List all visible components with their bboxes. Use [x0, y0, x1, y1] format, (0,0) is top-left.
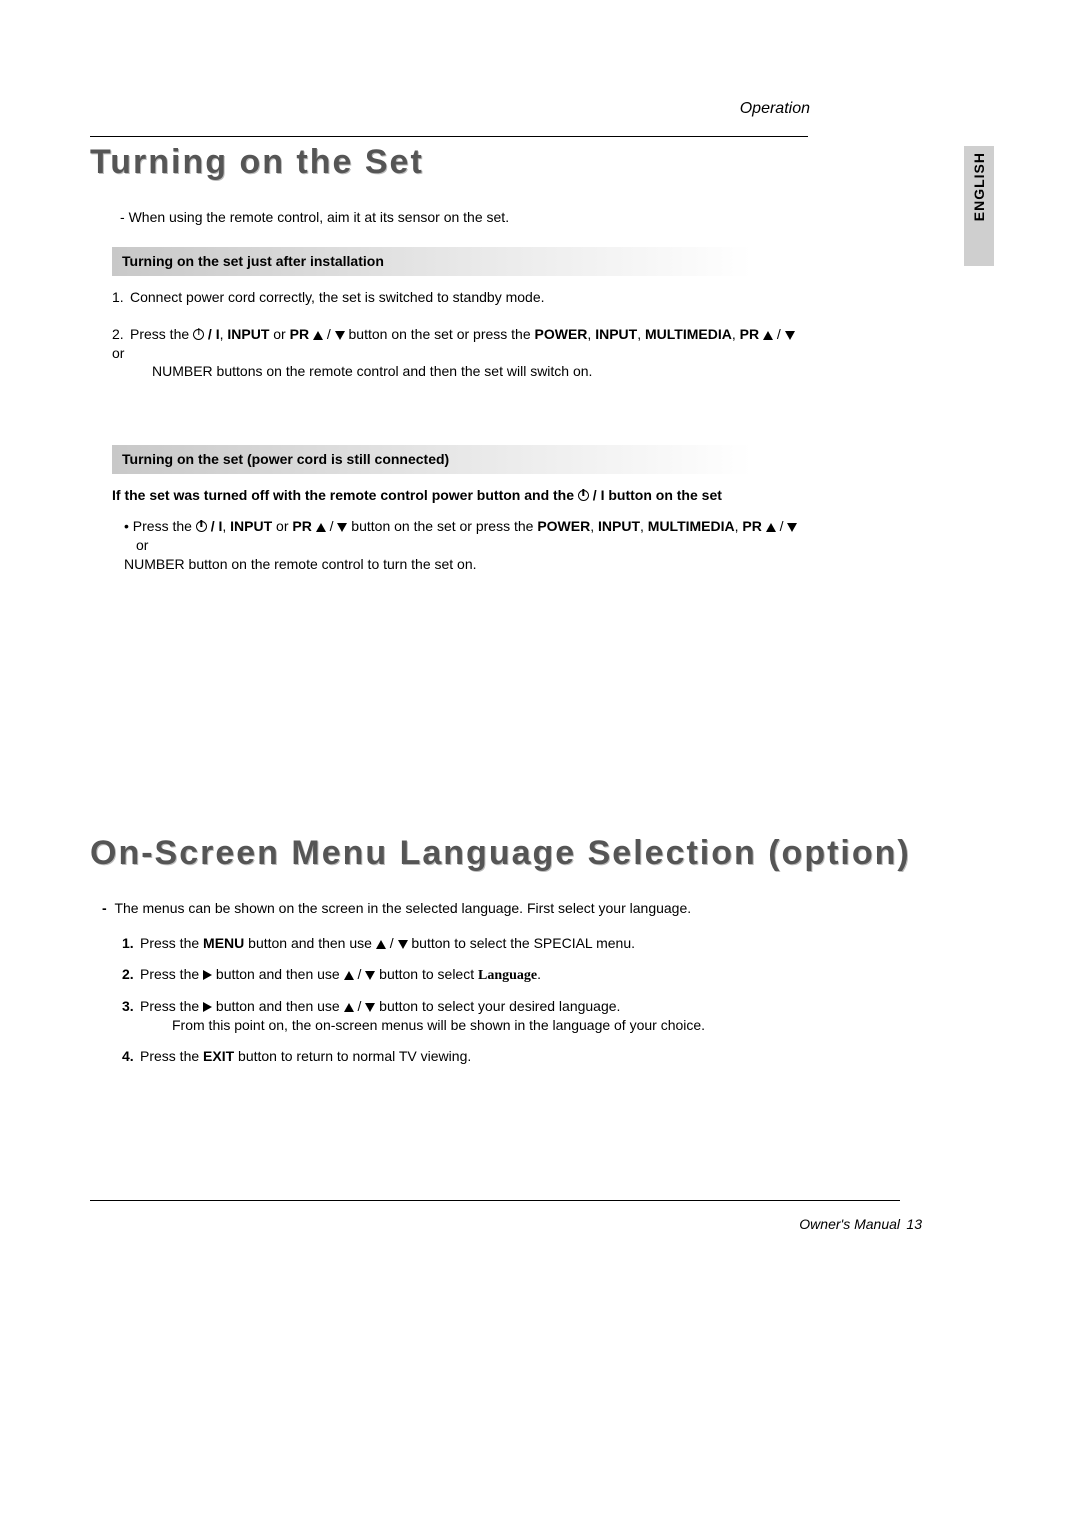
right-icon: [203, 1002, 212, 1012]
power-icon: [578, 490, 589, 501]
header-rule: [90, 136, 808, 137]
lang-step-4: 4.Press the EXIT button to return to nor…: [122, 1047, 808, 1066]
up-icon: [763, 331, 773, 340]
section-label: Operation: [740, 100, 810, 118]
up-icon: [316, 523, 326, 532]
down-icon: [785, 331, 795, 340]
down-icon: [398, 940, 408, 949]
down-icon: [335, 331, 345, 340]
page-header: Operation: [90, 100, 810, 118]
lead-text: - The menus can be shown on the screen i…: [102, 899, 808, 918]
down-icon: [787, 523, 797, 532]
up-icon: [376, 940, 386, 949]
lang-step-2: 2.Press the button and then use / button…: [122, 965, 808, 986]
lang-step-1: 1.Press the MENU button and then use / b…: [122, 934, 808, 953]
down-icon: [337, 523, 347, 532]
step-2-cont: NUMBER buttons on the remote control and…: [152, 362, 808, 381]
footer-label: Owner's Manual: [799, 1216, 900, 1232]
up-icon: [344, 1003, 354, 1012]
bullet-cont: NUMBER button on the remote control to t…: [136, 555, 808, 574]
if-condition: If the set was turned off with the remot…: [112, 486, 808, 505]
heading-language-selection: On-Screen Menu Language Selection (optio…: [90, 834, 990, 873]
heading-turning-on: Turning on the Set: [90, 143, 990, 182]
up-icon: [313, 331, 323, 340]
up-icon: [766, 523, 776, 532]
subheading-power-connected: Turning on the set (power cord is still …: [112, 445, 752, 474]
power-icon: [196, 521, 207, 532]
footer-rule: [90, 1200, 900, 1201]
down-icon: [365, 971, 375, 980]
step-1: 1.Connect power cord correctly, the set …: [112, 288, 808, 307]
intro-note: - When using the remote control, aim it …: [120, 208, 808, 227]
bullet-item: • Press the / I, INPUT or PR / button on…: [124, 517, 808, 574]
section2-content: - The menus can be shown on the screen i…: [90, 899, 808, 1066]
subheading-after-install: Turning on the set just after installati…: [112, 247, 752, 276]
lang-step-3: 3.Press the button and then use / button…: [122, 997, 808, 1035]
page-number: 13: [906, 1216, 922, 1232]
right-icon: [203, 970, 212, 980]
step-2: 2.Press the / I, INPUT or PR / button on…: [112, 325, 808, 382]
lang-step-3-cont: From this point on, the on-screen menus …: [172, 1016, 808, 1035]
down-icon: [365, 1003, 375, 1012]
page-body: Operation Turning on the Set - When usin…: [90, 100, 990, 1078]
section1-content: - When using the remote control, aim it …: [90, 208, 808, 574]
up-icon: [344, 971, 354, 980]
power-icon: [193, 329, 204, 340]
